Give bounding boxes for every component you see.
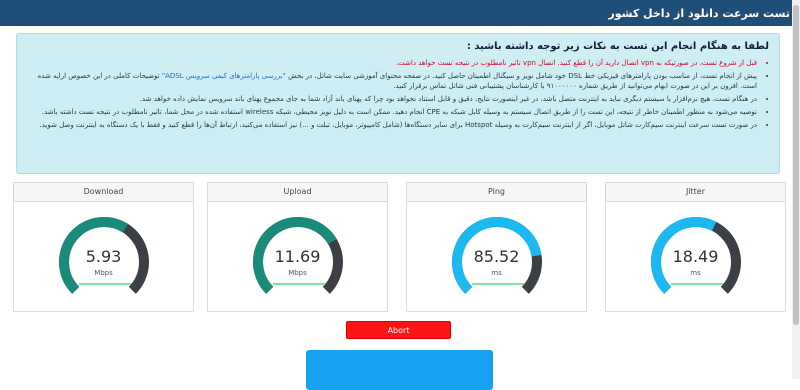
- download-unit: Mbps: [94, 269, 113, 277]
- abort-button[interactable]: Abort: [346, 321, 451, 339]
- ping-value: 85.52: [473, 247, 520, 266]
- upload-value: 11.69: [274, 247, 321, 266]
- jitter-progress-bar: [671, 283, 723, 285]
- upload-unit: Mbps: [288, 269, 307, 277]
- notice-dsl-text: پیش از انجام تست، از مناسب بودن پارامتره…: [288, 72, 757, 80]
- ping-card: Ping 85.52 ms: [406, 182, 587, 312]
- start-button[interactable]: [306, 350, 493, 390]
- jitter-value: 18.49: [672, 247, 719, 266]
- download-card: Download 5.93 Mbps: [13, 182, 194, 312]
- notice-item-software: در هنگام تست، هیچ نرم‌افزار یا سیستم دیگ…: [29, 94, 757, 104]
- notice-item-vpn: قبل از شروع تست، در صورتیکه به vpn اتصال…: [29, 58, 757, 68]
- page-title-bar: تست سرعت دانلود از داخل کشور: [0, 0, 800, 26]
- jitter-title: Jitter: [606, 183, 785, 202]
- ping-unit: ms: [491, 269, 502, 277]
- jitter-card: Jitter 18.49 ms: [605, 182, 786, 312]
- notice-list: قبل از شروع تست، در صورتیکه به vpn اتصال…: [29, 58, 769, 130]
- scrollbar[interactable]: [792, 0, 800, 379]
- download-value: 5.93: [85, 247, 122, 266]
- upload-title: Upload: [208, 183, 387, 202]
- notice-item-hotspot: در صورت تست سرعت اینترنت سیم‌کارت شاتل م…: [29, 120, 757, 130]
- adsl-parameters-link[interactable]: "بررسی پارامترهای کیفی سرویس ADSL": [162, 72, 286, 80]
- download-title: Download: [14, 183, 193, 202]
- scrollbar-thumb[interactable]: [793, 5, 799, 325]
- upload-card: Upload 11.69 Mbps: [207, 182, 388, 312]
- ping-progress-bar: [472, 283, 524, 285]
- download-progress-bar: [79, 283, 131, 285]
- notice-box: لطفا به هنگام انجام این تست به نکات زیر …: [16, 33, 780, 174]
- notice-item-cable: توصیه می‌شود به منظور اطمینان خاطر از نت…: [29, 107, 757, 117]
- page-title: تست سرعت دانلود از داخل کشور: [608, 7, 790, 20]
- notice-item-dsl: پیش از انجام تست، از مناسب بودن پارامتره…: [29, 71, 757, 91]
- ping-title: Ping: [407, 183, 586, 202]
- jitter-unit: ms: [690, 269, 701, 277]
- notice-heading: لطفا به هنگام انجام این تست به نکات زیر …: [466, 41, 769, 52]
- upload-progress-bar: [273, 283, 325, 285]
